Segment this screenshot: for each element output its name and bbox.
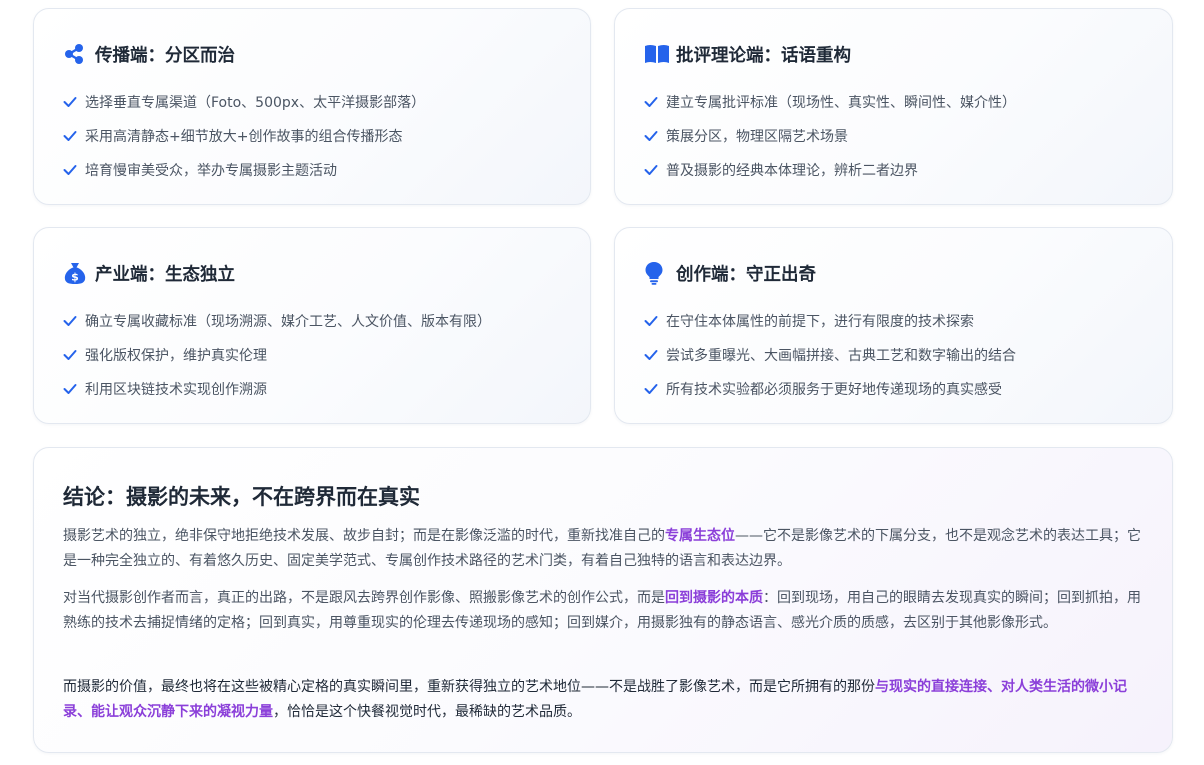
list-item: 在守住本体属性的前提下，进行有限度的技术探索	[644, 304, 1016, 338]
card-creation: 创作端：守正出奇 在守住本体属性的前提下，进行有限度的技术探索 尝试多重曝光、大…	[614, 227, 1173, 424]
list-item: 采用高清静态+细节放大+创作故事的组合传播形态	[63, 119, 425, 153]
card-list: 确立专属收藏标准（现场溯源、媒介工艺、人文价值、版本有限） 强化版权保护，维护真…	[63, 304, 491, 406]
lightbulb-icon	[644, 261, 670, 285]
list-item: 普及摄影的经典本体理论，辨析二者边界	[644, 153, 1016, 187]
card-title: 创作端：守正出奇	[676, 264, 816, 285]
check-icon	[63, 349, 85, 361]
check-icon	[63, 315, 85, 327]
paragraph-text: 对当代摄影创作者而言，真正的出路，不是跟风去跨界创作影像、照搬影像艺术的创作公式…	[63, 590, 665, 606]
card-distribution: 传播端：分区而治 选择垂直专属渠道（Foto、500px、太平洋摄影部落） 采用…	[33, 8, 591, 205]
card-list: 建立专属批评标准（现场性、真实性、瞬间性、媒介性） 策展分区，物理区隔艺术场景 …	[644, 85, 1016, 187]
list-item: 强化版权保护，维护真实伦理	[63, 338, 491, 372]
list-item-text: 所有技术实验都必须服务于更好地传递现场的真实感受	[666, 382, 1002, 398]
list-item-text: 确立专属收藏标准（现场溯源、媒介工艺、人文价值、版本有限）	[85, 314, 491, 330]
card-header: $ 产业端：生态独立	[63, 261, 235, 285]
check-icon	[644, 349, 666, 361]
list-item: 建立专属批评标准（现场性、真实性、瞬间性、媒介性）	[644, 85, 1016, 119]
highlight-text: 回到摄影的本质	[665, 590, 763, 606]
card-header: 传播端：分区而治	[63, 42, 235, 66]
list-item: 利用区块链技术实现创作溯源	[63, 372, 491, 406]
list-item-text: 强化版权保护，维护真实伦理	[85, 348, 267, 364]
list-item-text: 尝试多重曝光、大画幅拼接、古典工艺和数字输出的结合	[666, 348, 1016, 364]
card-list: 在守住本体属性的前提下，进行有限度的技术探索 尝试多重曝光、大画幅拼接、古典工艺…	[644, 304, 1016, 406]
card-criticism: 批评理论端：话语重构 建立专属批评标准（现场性、真实性、瞬间性、媒介性） 策展分…	[614, 8, 1173, 205]
list-item: 策展分区，物理区隔艺术场景	[644, 119, 1016, 153]
list-item: 培育慢审美受众，举办专属摄影主题活动	[63, 153, 425, 187]
check-icon	[644, 130, 666, 142]
check-icon	[644, 315, 666, 327]
conclusion-paragraph-2: 对当代摄影创作者而言，真正的出路，不是跟风去跨界创作影像、照搬影像艺术的创作公式…	[63, 586, 1143, 635]
list-item-text: 策展分区，物理区隔艺术场景	[666, 129, 848, 145]
list-item: 所有技术实验都必须服务于更好地传递现场的真实感受	[644, 372, 1016, 406]
share-icon	[63, 42, 89, 66]
check-icon	[63, 164, 85, 176]
check-icon	[63, 130, 85, 142]
card-title: 批评理论端：话语重构	[676, 45, 851, 66]
check-icon	[63, 383, 85, 395]
book-icon	[644, 42, 670, 66]
list-item-text: 选择垂直专属渠道（Foto、500px、太平洋摄影部落）	[85, 95, 426, 111]
list-item: 确立专属收藏标准（现场溯源、媒介工艺、人文价值、版本有限）	[63, 304, 491, 338]
paragraph-text: 而摄影的价值，最终也将在这些被精心定格的真实瞬间里，重新获得独立的艺术地位——不…	[63, 679, 875, 695]
check-icon	[63, 96, 85, 108]
list-item-text: 普及摄影的经典本体理论，辨析二者边界	[666, 163, 918, 179]
paragraph-text: ，恰恰是这个快餐视觉时代，最稀缺的艺术品质。	[273, 703, 581, 720]
conclusion-card: 结论：摄影的未来，不在跨界而在真实 摄影艺术的独立，绝非保守地拒绝技术发展、故步…	[33, 447, 1173, 753]
card-header: 创作端：守正出奇	[644, 261, 816, 285]
conclusion-paragraph-1: 摄影艺术的独立，绝非保守地拒绝技术发展、故步自封；而是在影像泛滥的时代，重新找准…	[63, 524, 1143, 573]
check-icon	[644, 383, 666, 395]
conclusion-paragraph-3: 而摄影的价值，最终也将在这些被精心定格的真实瞬间里，重新获得独立的艺术地位——不…	[63, 675, 1143, 724]
card-industry: $ 产业端：生态独立 确立专属收藏标准（现场溯源、媒介工艺、人文价值、版本有限）…	[33, 227, 591, 424]
svg-text:$: $	[71, 271, 79, 284]
list-item-text: 建立专属批评标准（现场性、真实性、瞬间性、媒介性）	[666, 95, 1016, 111]
card-title: 产业端：生态独立	[95, 264, 235, 285]
card-list: 选择垂直专属渠道（Foto、500px、太平洋摄影部落） 采用高清静态+细节放大…	[63, 85, 425, 187]
card-header: 批评理论端：话语重构	[644, 42, 851, 66]
list-item-text: 利用区块链技术实现创作溯源	[85, 382, 267, 398]
check-icon	[644, 164, 666, 176]
list-item-text: 在守住本体属性的前提下，进行有限度的技术探索	[666, 314, 974, 330]
list-item: 尝试多重曝光、大画幅拼接、古典工艺和数字输出的结合	[644, 338, 1016, 372]
money-bag-icon: $	[63, 261, 89, 285]
list-item-text: 采用高清静态+细节放大+创作故事的组合传播形态	[85, 129, 403, 145]
check-icon	[644, 96, 666, 108]
conclusion-title: 结论：摄影的未来，不在跨界而在真实	[63, 485, 420, 509]
highlight-text: 专属生态位	[665, 528, 735, 544]
paragraph-text: 摄影艺术的独立，绝非保守地拒绝技术发展、故步自封；而是在影像泛滥的时代，重新找准…	[63, 528, 665, 544]
list-item: 选择垂直专属渠道（Foto、500px、太平洋摄影部落）	[63, 85, 425, 119]
list-item-text: 培育慢审美受众，举办专属摄影主题活动	[85, 163, 337, 179]
card-title: 传播端：分区而治	[95, 45, 235, 66]
